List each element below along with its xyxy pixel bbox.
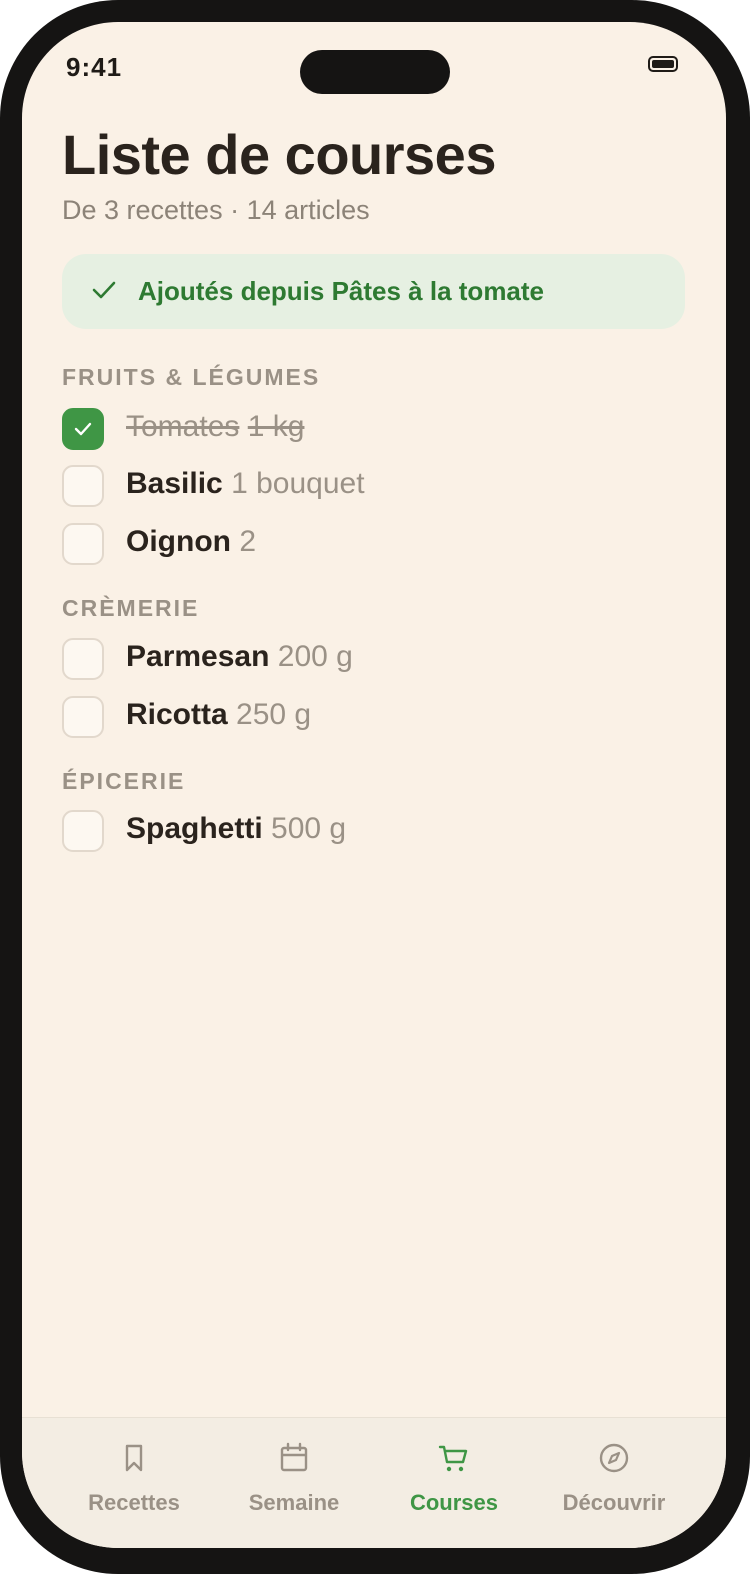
- item-name: Parmesan: [126, 640, 270, 673]
- list-item[interactable]: Tomates 1 kg: [62, 408, 662, 452]
- section-header-cremerie: CRÈMERIE: [62, 595, 200, 621]
- tab-courses[interactable]: Courses: [366, 1418, 542, 1538]
- item-quantity: 2: [239, 525, 257, 558]
- item-name: Ricotta: [126, 698, 228, 731]
- tab-recettes[interactable]: Recettes: [46, 1418, 222, 1538]
- item-label: Basilic 1 bouquet: [126, 467, 365, 501]
- checkmark-icon: [74, 422, 92, 436]
- item-quantity: 500 g: [271, 812, 347, 845]
- list-item[interactable]: Basilic 1 bouquet: [62, 465, 662, 509]
- item-checkbox[interactable]: [62, 810, 104, 852]
- tab-label: Recettes: [88, 1490, 180, 1515]
- calendar-icon: [280, 1442, 308, 1472]
- item-name: Tomates: [126, 410, 240, 443]
- section-header-fruits-legumes: FRUITS & LÉGUMES: [62, 364, 321, 390]
- tab-decouvrir[interactable]: Découvrir: [526, 1418, 702, 1538]
- tab-label: Courses: [409, 1490, 499, 1515]
- item-label: Ricotta 250 g: [126, 698, 311, 732]
- banner-text: Ajoutés depuis Pâtes à la tomate: [138, 276, 545, 306]
- page-subtitle: De 3 recettes · 14 articles: [62, 195, 370, 225]
- item-quantity: 1 kg: [247, 410, 305, 443]
- list-item[interactable]: Ricotta 250 g: [62, 696, 662, 740]
- item-checkbox[interactable]: [62, 696, 104, 738]
- item-name: Oignon: [126, 525, 231, 558]
- tab-label: Semaine: [248, 1490, 340, 1515]
- item-quantity: 250 g: [236, 698, 312, 731]
- item-quantity: 200 g: [277, 640, 353, 673]
- cart-icon: [438, 1445, 468, 1472]
- compass-icon: [599, 1443, 629, 1473]
- item-label: Spaghetti 500 g: [126, 812, 346, 846]
- item-name: Basilic: [126, 467, 223, 500]
- screen: 9:41 Liste de courses De 3 recettes · 14…: [22, 22, 726, 1548]
- section-header-epicerie: ÉPICERIE: [62, 768, 186, 794]
- item-quantity: 1 bouquet: [231, 467, 365, 500]
- tab-label: Découvrir: [562, 1490, 666, 1515]
- item-label: Parmesan 200 g: [126, 640, 353, 674]
- battery-icon: [648, 56, 678, 72]
- status-time: 9:41: [66, 52, 123, 82]
- added-banner: Ajoutés depuis Pâtes à la tomate: [62, 254, 685, 329]
- item-checkbox[interactable]: [62, 465, 104, 507]
- item-checkbox[interactable]: [62, 638, 104, 680]
- item-name: Spaghetti: [126, 812, 263, 845]
- list-item[interactable]: Parmesan 200 g: [62, 638, 662, 682]
- list-item[interactable]: Oignon 2: [62, 523, 662, 567]
- tab-semaine[interactable]: Semaine: [206, 1418, 382, 1538]
- phone-frame: 9:41 Liste de courses De 3 recettes · 14…: [0, 0, 750, 1574]
- tab-bar: Recettes Semaine Courses Découvrir: [22, 1417, 726, 1548]
- page-title: Liste de courses: [62, 123, 496, 186]
- list-item[interactable]: Spaghetti 500 g: [62, 810, 662, 854]
- checkmark-icon: [92, 281, 116, 299]
- item-checkbox[interactable]: [62, 523, 104, 565]
- item-label: Tomates 1 kg: [126, 410, 304, 444]
- item-checkbox[interactable]: [62, 408, 104, 450]
- dynamic-island: [300, 50, 450, 94]
- item-label: Oignon 2: [126, 525, 256, 559]
- bookmark-icon: [125, 1444, 143, 1472]
